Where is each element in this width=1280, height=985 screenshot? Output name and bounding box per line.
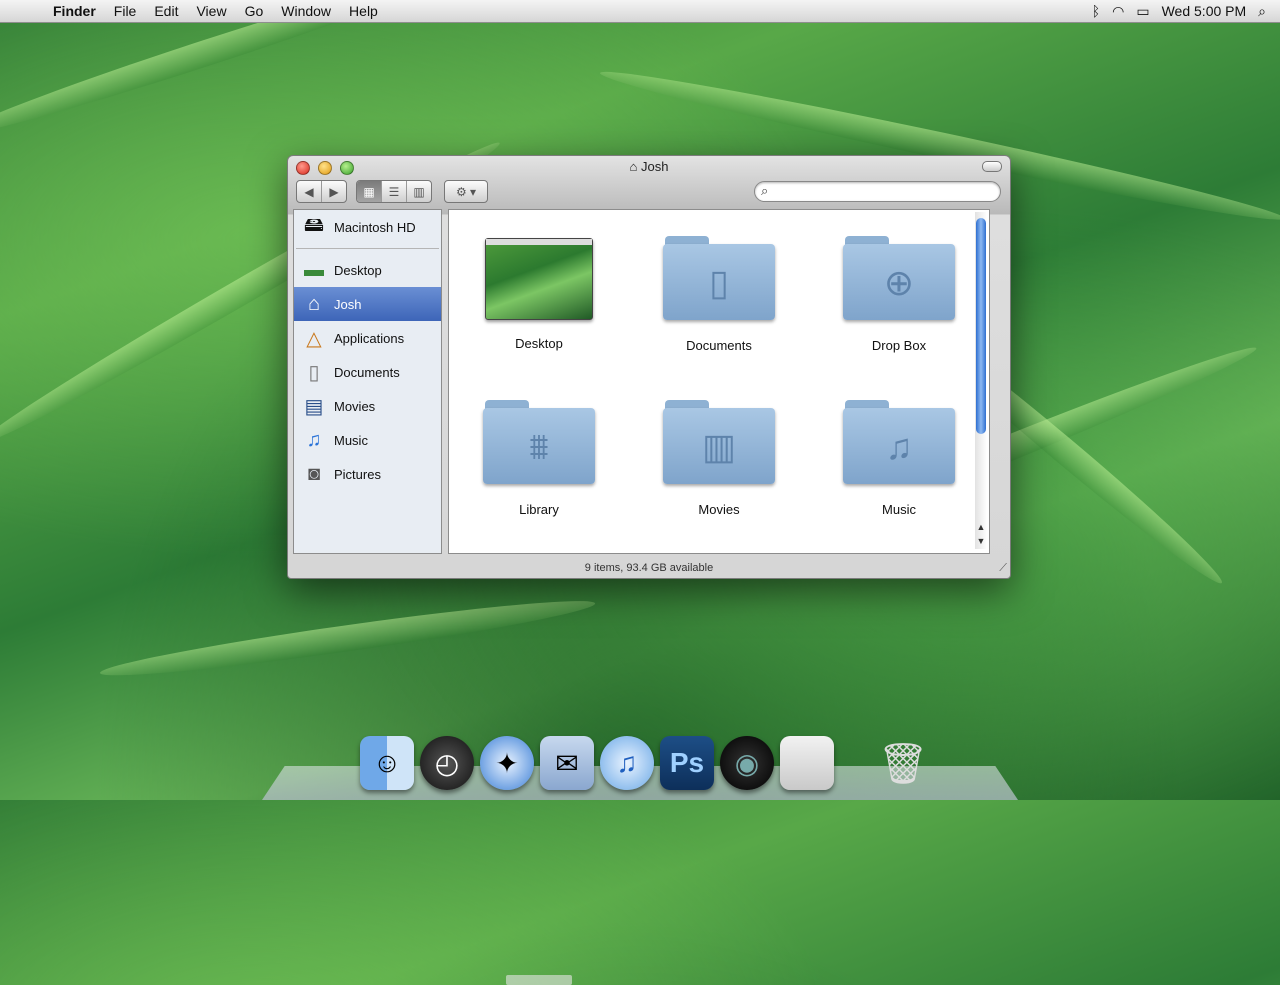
menu-edit[interactable]: Edit [145,3,187,19]
finder-icon[interactable]: ☺ [360,736,414,790]
menu-bar: Finder File Edit View Go Window Help ᛒ ◠… [0,0,1280,23]
photoshop-icon[interactable]: Ps [660,736,714,790]
hard-disk-icon: 🖴 [303,214,325,236]
safari-icon[interactable]: ✦ [480,736,534,790]
menu-finder[interactable]: Finder [44,3,105,19]
sidebar-item-label: Josh [334,296,362,312]
finder-window: ⌂ Josh ◀ ▶ ▦ ☰ ▥ ⚙ ▾ ⌕ 🖴 Macintosh HD ▬ … [287,155,1011,985]
sidebar-item-label: Desktop [334,262,382,278]
menu-view[interactable]: View [187,3,235,19]
toolbar: ◀ ▶ ▦ ☰ ▥ ⚙ ▾ ⌕ [288,178,1010,212]
file-item-library[interactable]: ⩩ Library [449,400,629,564]
file-item-label: Movies [698,502,740,517]
search-icon: ⌕ [761,183,769,198]
sidebar-item-macintosh-hd[interactable]: 🖴 Macintosh HD [294,210,441,244]
sidebar-item-desktop[interactable]: ▬ Desktop [294,253,441,287]
menu-file[interactable]: File [105,3,146,19]
file-item-label: Drop Box [871,338,927,353]
photoshop-label: Ps [669,747,705,778]
desktop-icon: ▬ [304,258,324,281]
sidebar-item-movies[interactable]: ▤ Movies [294,389,441,423]
view-control: ▦ ☰ ▥ [356,180,432,203]
scroll-up-arrow-icon[interactable]: ▲ [975,522,987,536]
sidebar-item-label: Movies [334,398,376,414]
file-browser: Desktop ▯ Documents ⊕ Drop Box ⩩ Library… [448,209,990,985]
itunes-icon[interactable]: ♫ [600,736,654,790]
documents-folder-icon: ▯ [663,236,775,322]
dashboard-icon[interactable]: ◴ [420,736,474,790]
icon-view-button[interactable]: ▦ [357,181,382,202]
system-preferences-icon[interactable] [780,736,834,790]
list-view-button[interactable]: ☰ [382,181,407,202]
gear-icon[interactable]: ⚙ ▾ [445,181,487,202]
column-view-button[interactable]: ▥ [407,181,431,202]
action-menu: ⚙ ▾ [444,180,488,203]
scroll-down-arrow-icon[interactable]: ▼ [975,536,987,550]
clock[interactable]: Wed 5:00 PM [1162,3,1247,19]
documents-icon: ▯ [308,361,320,384]
sidebar-divider [296,248,439,249]
back-button[interactable]: ◀ [297,181,322,202]
sidebar-item-label: Music [334,432,368,448]
file-item-drop-box[interactable]: ⊕ Drop Box [809,236,989,400]
status-bar: 9 items, 93.4 GB available [584,562,714,574]
file-item-movies[interactable]: ▥ Movies [629,400,809,564]
sidebar-item-pictures[interactable]: ◙ Pictures [294,457,441,491]
bluetooth-icon[interactable]: ᛒ [1092,3,1100,19]
menu-help[interactable]: Help [340,3,387,19]
music-icon: ♫ [306,428,322,451]
window-title: Josh [641,159,669,174]
resize-handle-icon[interactable]: ⟋ [999,562,1007,575]
scroll-thumb[interactable] [976,218,986,434]
sidebar-item-label: Applications [334,330,405,346]
sidebar-item-josh[interactable]: ⌂ Josh [294,287,441,321]
search-field[interactable]: ⌕ [754,181,1001,202]
sidebar-item-music[interactable]: ♫ Music [294,423,441,457]
file-item-label: Music [882,502,916,517]
movies-folder-icon: ▥ [663,400,775,486]
sidebar-item-label: Documents [334,364,400,380]
camera-icon[interactable]: ◉ [720,736,774,790]
sidebar: 🖴 Macintosh HD ▬ Desktop ⌂ Josh △ Applic… [293,209,442,554]
dropbox-folder-icon: ⊕ [843,236,955,322]
back-forward-control: ◀ ▶ [296,180,347,203]
menu-window[interactable]: Window [272,3,340,19]
pictures-icon: ◙ [307,462,321,485]
spotlight-icon[interactable]: ⌕ [1258,3,1266,20]
file-item-label: Desktop [515,336,563,351]
home-icon: ⌂ [307,292,321,315]
trash-icon[interactable]: 🗑 [876,736,930,790]
file-item-documents[interactable]: ▯ Documents [629,236,809,400]
dock: ☺ ◴ ✦ ✉ ♫ Ps ◉ 🗑 [360,736,930,790]
sidebar-item-documents[interactable]: ▯ Documents [294,355,441,389]
menu-go[interactable]: Go [236,3,273,19]
sidebar-item-applications[interactable]: △ Applications [294,321,441,355]
mail-icon[interactable]: ✉ [540,736,594,790]
music-folder-icon: ♫ [843,400,955,486]
sidebar-item-label: Pictures [334,466,381,482]
home-icon: ⌂ [629,159,641,174]
library-folder-icon: ⩩ [483,400,595,486]
forward-button[interactable]: ▶ [322,181,346,202]
applications-icon: △ [306,327,322,350]
sidebar-item-label: Macintosh HD [334,219,416,235]
toolbar-toggle-button[interactable] [982,161,1002,172]
vertical-scrollbar[interactable]: ▲ ▼ [975,212,987,549]
file-item-music[interactable]: ♫ Music [809,400,989,564]
wifi-icon[interactable]: ◠ [1112,3,1124,20]
battery-icon[interactable]: ▭ [1136,3,1149,20]
file-item-label: Documents [686,338,752,353]
file-item-desktop[interactable]: Desktop [449,236,629,985]
file-item-label: Library [519,502,559,517]
desktop-thumbnail [485,238,593,985]
movies-icon: ▤ [304,395,324,418]
title-bar[interactable]: ⌂ Josh [288,156,1010,178]
